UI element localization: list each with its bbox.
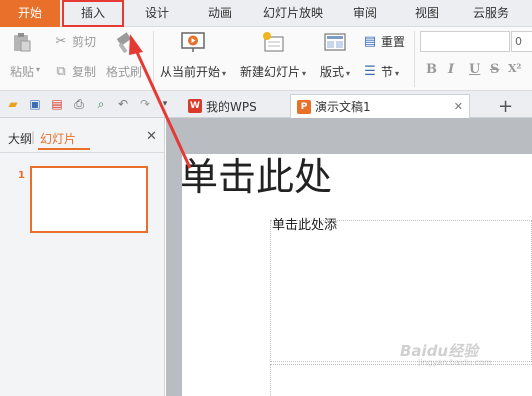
save-icon[interactable]: ▣: [27, 96, 43, 112]
tab-my-wps[interactable]: W 我的WPS: [182, 94, 263, 118]
tab-presentation-label: 演示文稿1: [315, 100, 371, 114]
copy-label: 复制: [72, 65, 97, 79]
active-tab-underline: [38, 148, 90, 150]
slide-number: 1: [18, 170, 25, 181]
layout-button[interactable]: 版式 ▾: [320, 31, 350, 80]
section-button[interactable]: ☰ 节 ▾: [362, 63, 399, 80]
slide-title-text[interactable]: 单击此处: [180, 146, 332, 201]
format-painter-label: 格式刷: [106, 65, 143, 79]
italic-button[interactable]: I: [448, 62, 454, 77]
tab-slideshow[interactable]: 幻灯片放映: [255, 0, 331, 27]
tab-insert[interactable]: 插入: [62, 0, 124, 27]
toolbar-divider: [153, 31, 154, 87]
tab-cloud-service[interactable]: 云服务: [462, 0, 520, 27]
tab-design[interactable]: 设计: [130, 0, 184, 27]
home-toolbar: 粘贴 ▾ ✂ 剪切 ⧉ 复制 格式刷 从当前开始 ▾ 新建幻灯片 ▾ 版式 ▾ …: [0, 27, 532, 91]
undo-icon[interactable]: ↶: [115, 96, 131, 112]
layout-icon: [324, 33, 346, 51]
format-painter-icon: [116, 32, 132, 54]
close-panel-icon[interactable]: ✕: [146, 129, 157, 144]
tab-view[interactable]: 视图: [402, 0, 452, 27]
superscript-button[interactable]: X²: [508, 62, 521, 75]
redo-icon[interactable]: ↷: [137, 96, 153, 112]
quick-access-bar: ▰ ▣ ▤ ⎙ ⌕ ↶ ↷ ▾ W 我的WPS P 演示文稿1 ✕ +: [0, 91, 532, 118]
presentation-logo-icon: P: [297, 99, 311, 114]
customize-toolbar-icon[interactable]: ▾: [157, 96, 173, 112]
font-size-input[interactable]: 0: [511, 31, 532, 52]
cut-button[interactable]: ✂ 剪切: [53, 33, 96, 50]
scissors-icon: ✂: [55, 34, 67, 49]
reset-button[interactable]: ▤ 重置: [362, 33, 405, 50]
tab-my-wps-label: 我的WPS: [206, 99, 257, 114]
print-preview-icon[interactable]: ⌕: [93, 96, 109, 112]
tab-presentation-1[interactable]: P 演示文稿1 ✕: [290, 94, 470, 118]
print-icon[interactable]: ⎙: [71, 96, 87, 112]
paste-dropdown-icon[interactable]: ▾: [36, 65, 40, 74]
ribbon-tab-bar: 开始 插入 设计 动画 幻灯片放映 审阅 视图 云服务: [0, 0, 532, 27]
font-name-input[interactable]: [420, 31, 510, 52]
tab-animation[interactable]: 动画: [192, 0, 248, 27]
wps-logo-icon: W: [188, 99, 202, 113]
slide-subtitle-text[interactable]: 单击此处添: [272, 214, 337, 233]
section-icon: ☰: [364, 64, 376, 79]
subtitle-placeholder[interactable]: [270, 364, 532, 396]
open-folder-icon[interactable]: ▰: [5, 96, 21, 112]
tab-slides[interactable]: 幻灯片: [40, 130, 76, 147]
close-tab-icon[interactable]: ✕: [454, 100, 463, 113]
panel-tab-separator: |: [31, 130, 36, 144]
new-tab-button[interactable]: +: [492, 94, 519, 118]
copy-icon: ⧉: [56, 64, 66, 79]
cut-label: 剪切: [72, 35, 97, 49]
new-slide-button[interactable]: 新建幻灯片 ▾: [240, 31, 306, 80]
play-from-current-label: 从当前开始 ▾: [160, 65, 227, 79]
play-from-current-button[interactable]: 从当前开始 ▾: [160, 31, 226, 80]
new-slide-icon: [263, 32, 284, 52]
slide-thumbnail[interactable]: [30, 166, 148, 233]
paste-label: 粘贴: [10, 65, 35, 79]
new-slide-label: 新建幻灯片 ▾: [240, 65, 307, 79]
paste-button[interactable]: 粘贴: [10, 31, 34, 80]
layout-label: 版式 ▾: [320, 65, 351, 79]
copy-button[interactable]: ⧉ 复制: [53, 63, 96, 80]
baidu-watermark-url: jingyan.baidu.com: [418, 358, 492, 367]
reset-label: 重置: [381, 35, 406, 49]
tab-outline[interactable]: 大纲: [8, 130, 32, 147]
tab-review[interactable]: 审阅: [340, 0, 390, 27]
section-label: 节 ▾: [381, 65, 400, 79]
panel-divider: [0, 152, 164, 153]
slideshow-play-icon: [181, 32, 205, 52]
underline-button[interactable]: U: [469, 62, 480, 77]
slide-panel: 大纲 | 幻灯片 ✕ 1: [0, 118, 165, 396]
reset-icon: ▤: [363, 34, 377, 49]
strikethrough-button[interactable]: S: [490, 62, 499, 77]
toolbar-divider: [414, 31, 415, 87]
format-painter-button[interactable]: 格式刷: [106, 31, 142, 80]
bold-button[interactable]: B: [426, 62, 437, 77]
tab-home[interactable]: 开始: [0, 0, 60, 27]
paste-icon: [14, 33, 31, 52]
export-pdf-icon[interactable]: ▤: [49, 96, 65, 112]
